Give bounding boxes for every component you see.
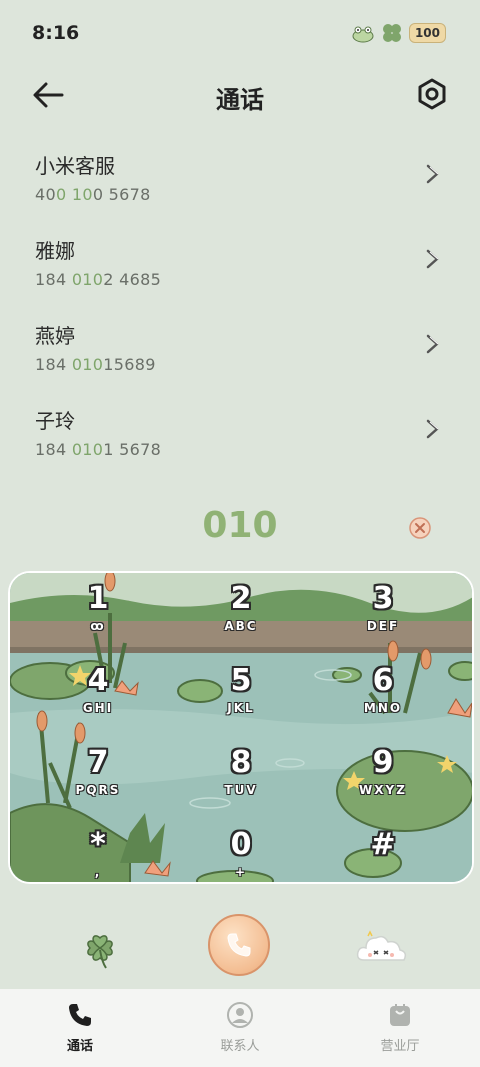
key-digit: 0	[230, 827, 252, 862]
contact-name: 燕婷	[35, 324, 75, 348]
contact-number: 400 100 5678	[35, 185, 151, 204]
contact-number: 184 0101 5678	[35, 440, 162, 459]
key-0[interactable]: 0 +	[171, 827, 311, 882]
key-digit: *	[90, 827, 106, 862]
clover-icon	[382, 24, 401, 42]
battery-indicator: 100	[408, 23, 446, 43]
key-8[interactable]: 8 TUV	[171, 745, 311, 827]
key-letters: PQRS	[75, 783, 121, 797]
header: 通话	[0, 70, 480, 120]
contact-number: 184 0102 4685	[35, 270, 162, 289]
phone-icon	[227, 933, 251, 957]
frog-icon	[352, 26, 374, 43]
nav-label: 营业厅	[380, 1039, 420, 1054]
nav-item-service-hall[interactable]: 营业厅	[320, 989, 480, 1067]
person-icon	[227, 1002, 253, 1028]
status-icons: 100	[351, 22, 446, 44]
key-digit: 5	[230, 663, 252, 698]
page-title: 通话	[216, 86, 264, 114]
contact-item[interactable]: 小米客服 400 100 5678	[0, 140, 480, 225]
contact-name: 子玲	[35, 409, 75, 433]
key-3[interactable]: 3 DEF	[313, 581, 453, 663]
nav-item-contacts[interactable]: 联系人	[160, 989, 320, 1067]
clear-icon[interactable]	[408, 516, 432, 540]
key-digit: 2	[230, 581, 252, 616]
key-letters: ABC	[224, 619, 258, 633]
call-button[interactable]	[208, 914, 270, 976]
key-9[interactable]: 9 WXYZ	[313, 745, 453, 827]
chevron-right-icon[interactable]	[422, 417, 442, 441]
dial-keypad: 1 ꝏ 2 ABC 3 DEF 4 GHI 5 JKL 6 MNO 7 PQRS…	[8, 571, 474, 884]
key-digit: 8	[230, 745, 252, 780]
key-hash[interactable]: #	[313, 827, 453, 882]
contact-item[interactable]: 燕婷 184 01015689	[0, 310, 480, 395]
nav-item-calls[interactable]: 通话	[0, 989, 160, 1067]
key-digit: 1	[87, 581, 109, 616]
key-5[interactable]: 5 JKL	[171, 663, 311, 745]
key-digit: 4	[87, 663, 109, 698]
chevron-right-icon[interactable]	[422, 162, 442, 186]
key-letters: GHI	[82, 701, 114, 715]
contact-list: 小米客服 400 100 5678 雅娜 184 0102 4685 燕婷 18…	[0, 140, 480, 480]
key-letters: JKL	[227, 701, 255, 715]
bag-icon	[390, 1004, 410, 1026]
key-letters: TUV	[224, 783, 258, 797]
key-2[interactable]: 2 ABC	[171, 581, 311, 663]
contact-name: 雅娜	[35, 239, 75, 263]
voicemail-icon: ꝏ	[90, 619, 106, 633]
bottom-navigation: 通话 联系人 营业厅	[0, 989, 480, 1067]
phone-icon	[69, 1004, 91, 1026]
chevron-right-icon[interactable]	[422, 332, 442, 356]
key-6[interactable]: 6 MNO	[313, 663, 453, 745]
contact-name: 小米客服	[35, 154, 115, 178]
key-7[interactable]: 7 PQRS	[28, 745, 168, 827]
key-digit: 9	[372, 745, 394, 780]
key-digit: #	[370, 827, 396, 862]
nav-label: 通话	[66, 1039, 93, 1054]
status-time: 8:16	[32, 22, 80, 44]
key-letters: DEF	[366, 619, 400, 633]
status-bar: 8:16 100	[0, 0, 480, 64]
chevron-right-icon[interactable]	[422, 247, 442, 271]
contact-number: 184 01015689	[35, 355, 156, 374]
key-digit: 3	[372, 581, 394, 616]
cloud-icon[interactable]	[354, 928, 408, 968]
key-letters: ,	[94, 865, 102, 879]
contact-item[interactable]: 子玲 184 0101 5678	[0, 395, 480, 480]
key-letters: +	[234, 865, 248, 879]
key-digit: 7	[87, 745, 109, 780]
key-4[interactable]: 4 GHI	[28, 663, 168, 745]
clover-icon[interactable]	[80, 928, 120, 970]
key-digit: 6	[372, 663, 394, 698]
key-letters: WXYZ	[359, 783, 407, 797]
settings-icon[interactable]	[414, 76, 450, 112]
key-1[interactable]: 1 ꝏ	[28, 581, 168, 663]
contact-item[interactable]: 雅娜 184 0102 4685	[0, 225, 480, 310]
key-star[interactable]: * ,	[28, 827, 168, 882]
key-letters: MNO	[363, 701, 403, 715]
nav-label: 联系人	[220, 1039, 260, 1054]
